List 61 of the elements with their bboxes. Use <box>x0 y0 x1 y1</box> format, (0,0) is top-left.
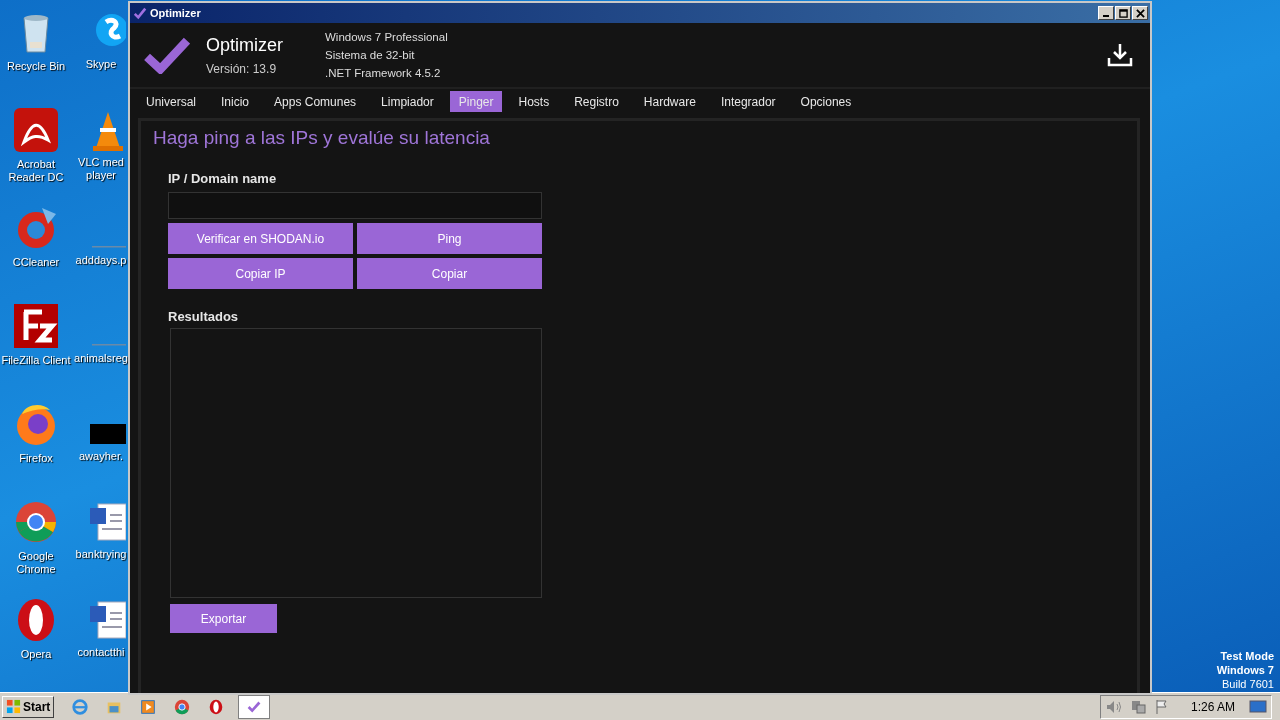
icon-label: Opera <box>19 648 53 661</box>
taskbar-app[interactable] <box>238 694 271 719</box>
browser-icon <box>173 697 192 716</box>
show-desktop-icon[interactable] <box>1249 698 1267 715</box>
icon-label: animalsreg <box>74 352 128 365</box>
os-notice-text: Test Mode <box>1220 649 1274 663</box>
document-icon[interactable] <box>90 500 126 544</box>
check-icon <box>133 6 147 20</box>
icon-label: Recycle Bin <box>5 60 67 73</box>
icon-label: adddays.p <box>74 254 128 267</box>
icon-label: awayher. <box>78 450 124 463</box>
tab[interactable]: Opciones <box>791 91 861 112</box>
tab[interactable]: Registro <box>565 91 628 112</box>
export-button[interactable]: Exportar <box>170 604 277 633</box>
check-logo-icon <box>144 36 190 74</box>
action-button[interactable]: Copiar IP <box>168 258 353 289</box>
os-notice-text: Windows 7 <box>1216 663 1274 677</box>
system-info-text: Sistema de 32-bit <box>325 48 416 63</box>
icon-label: Skype <box>84 58 118 71</box>
field-label: IP / Domain name <box>168 171 278 186</box>
icon-label: Firefox <box>18 452 54 465</box>
icon-label: banktrying <box>74 548 128 561</box>
system-info-text: .NET Framework 4.5.2 <box>325 66 442 81</box>
tab[interactable]: Apps Comunes <box>265 91 366 112</box>
tab[interactable]: Hosts <box>509 91 559 112</box>
close-icon <box>1135 8 1145 18</box>
tab[interactable]: Hardware <box>634 91 705 112</box>
input-field[interactable] <box>168 192 542 219</box>
icon-label: CCleaner <box>11 256 61 269</box>
document-icon[interactable] <box>90 598 126 642</box>
system-info-text: Windows 7 Professional <box>325 30 449 45</box>
windows-logo-icon <box>6 699 21 714</box>
field-label: Resultados <box>168 309 240 324</box>
close-button[interactable] <box>1132 6 1148 20</box>
clock[interactable]: 1:26 AM <box>1190 699 1235 714</box>
icon-label: contactthi <box>76 646 126 659</box>
action-button[interactable]: Verificar en SHODAN.io <box>168 223 353 254</box>
title-bar[interactable]: Optimizer <box>130 3 1150 23</box>
tab[interactable]: Limpiador <box>372 91 443 112</box>
browser-icon <box>71 697 90 716</box>
action-button[interactable]: Copiar <box>357 258 542 289</box>
app-name: Optimizer <box>206 34 284 56</box>
icon-label: Acrobat Reader DC <box>7 158 65 184</box>
tab[interactable]: Integrador <box>711 91 785 112</box>
action-button[interactable]: Ping <box>357 223 542 254</box>
os-notice-text: Build 7601 <box>1222 677 1274 691</box>
download-icon[interactable] <box>1106 41 1134 69</box>
tab[interactable]: Inicio <box>212 91 259 112</box>
icon-label: VLC med player <box>77 156 125 182</box>
maximize-button[interactable] <box>1115 6 1131 20</box>
start-button[interactable]: Start <box>2 695 55 718</box>
page-heading: Haga ping a las IPs y evalúe su latencia <box>153 127 491 149</box>
version-text: Versión: 13.9 <box>206 61 278 76</box>
window-title: Optimizer <box>150 7 202 19</box>
icon-label: FileZilla Client <box>1 354 71 367</box>
minimize-icon <box>1103 15 1109 17</box>
play-icon <box>139 697 158 716</box>
maximize-icon <box>1118 8 1128 18</box>
minimize-button[interactable] <box>1098 6 1114 20</box>
tab[interactable]: Universal <box>137 91 205 112</box>
icon-label: Google Chrome <box>15 550 57 576</box>
